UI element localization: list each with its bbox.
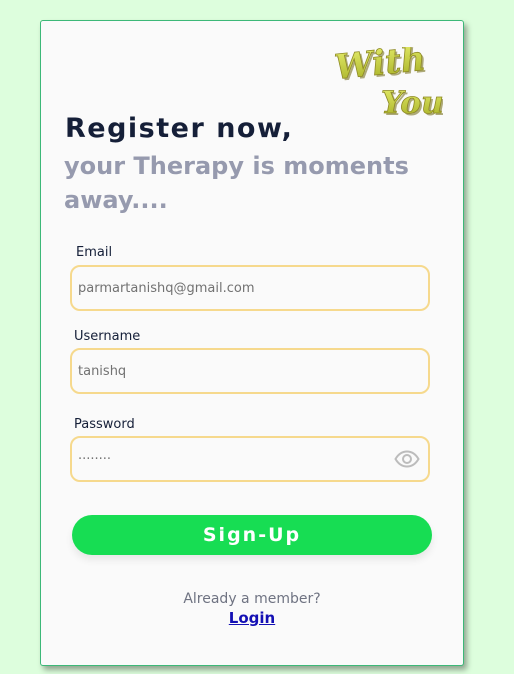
svg-text:You: You — [381, 85, 443, 117]
email-field[interactable] — [70, 265, 430, 311]
signup-button[interactable]: Sign-Up — [72, 515, 432, 555]
page-subtitle: your Therapy is moments away.... — [64, 152, 409, 214]
page-title: Register now, — [65, 113, 294, 144]
username-label: Username — [74, 329, 141, 344]
email-input[interactable] — [78, 267, 388, 309]
eye-icon[interactable] — [394, 450, 420, 468]
username-field[interactable] — [70, 348, 430, 394]
login-link[interactable]: Login — [41, 609, 463, 627]
with-you-logo: With With You You — [333, 47, 443, 117]
password-label: Password — [74, 417, 135, 432]
username-input[interactable] — [78, 350, 388, 392]
register-card: With With You You Register now, your The… — [40, 20, 464, 666]
already-member-text: Already a member? — [183, 591, 321, 607]
password-input[interactable] — [78, 438, 388, 480]
email-label: Email — [76, 245, 113, 260]
password-field[interactable] — [70, 436, 430, 482]
